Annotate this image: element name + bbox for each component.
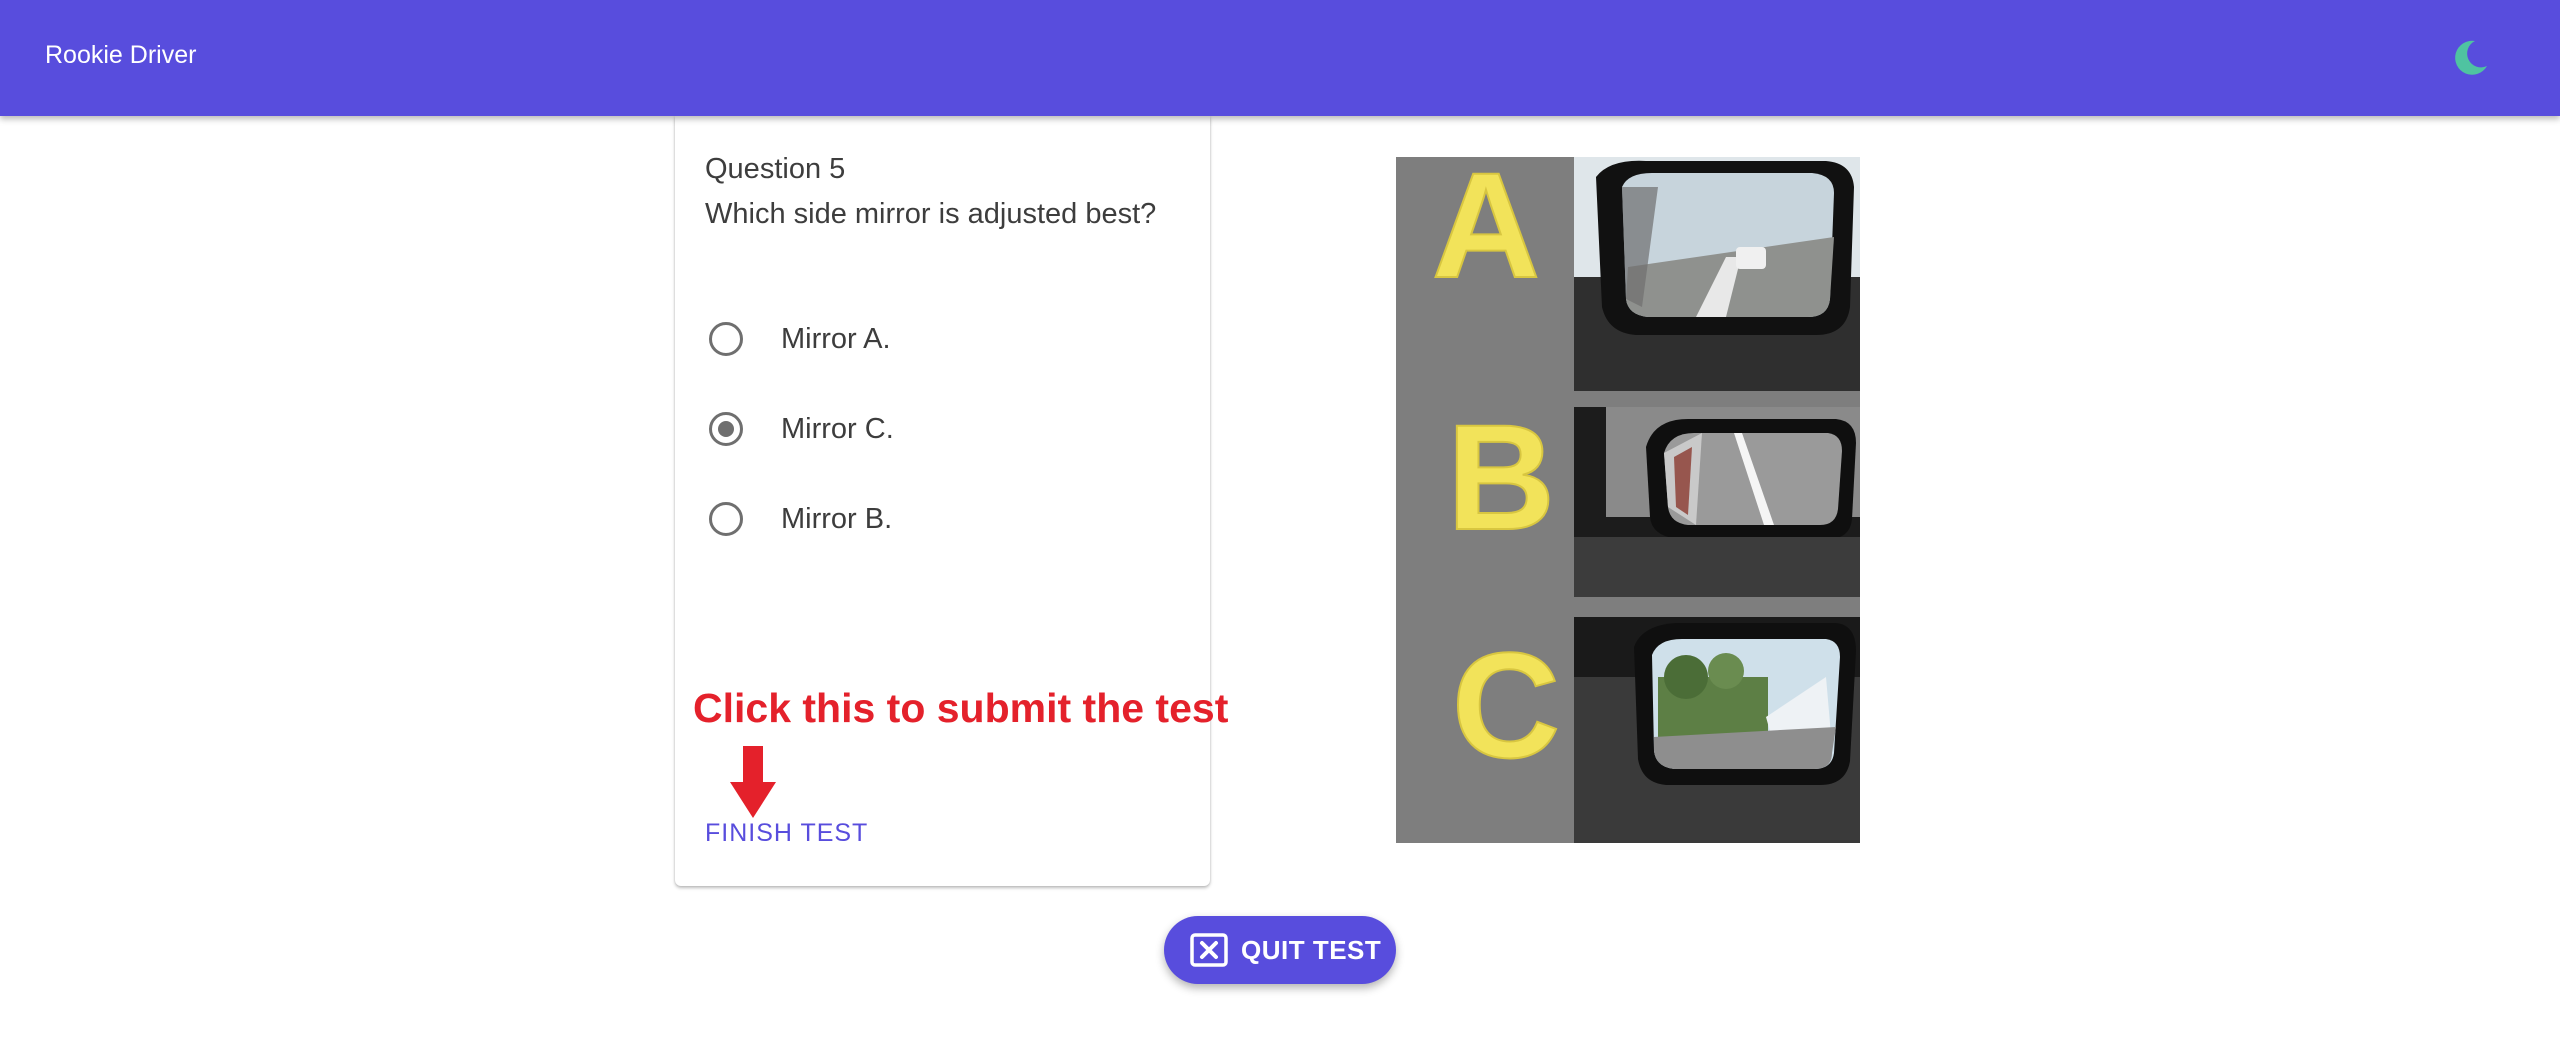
panel-letter-a: A [1432, 157, 1540, 309]
mirror-panel-a [1574, 157, 1860, 391]
radio-button[interactable] [709, 322, 743, 356]
panel-letter-b: B [1447, 393, 1555, 561]
mirror-illustration: A B C [1396, 140, 1860, 843]
moon-icon [2455, 40, 2487, 75]
question-number: Question 5 [705, 153, 846, 185]
theme-toggle-button[interactable] [2448, 36, 2492, 80]
option-mirror-c[interactable]: Mirror C. [709, 406, 1169, 458]
mirror-figure: A B C [1396, 140, 1860, 843]
radio-dot [718, 421, 734, 437]
radio-button[interactable] [709, 502, 743, 536]
option-label: Mirror C. [781, 413, 894, 445]
finish-test-button[interactable]: FINISH TEST [705, 816, 868, 850]
mirror-panel-b [1574, 407, 1860, 597]
quit-test-label: QUIT TEST [1241, 935, 1382, 965]
quit-test-button[interactable]: QUIT TEST [1164, 916, 1396, 984]
panel-letter-c: C [1452, 621, 1560, 789]
question-text: Which side mirror is adjusted best? [705, 198, 1157, 230]
close-box-icon [1190, 933, 1228, 967]
option-mirror-b[interactable]: Mirror B. [709, 496, 1169, 548]
mirror-panel-c [1574, 617, 1860, 843]
app-bar: Rookie Driver [0, 0, 2560, 116]
down-arrow-icon [730, 746, 776, 818]
option-label: Mirror B. [781, 503, 893, 535]
option-mirror-a[interactable]: Mirror A. [709, 316, 1169, 368]
option-label: Mirror A. [781, 323, 891, 355]
annotation-text: Click this to submit the test [693, 685, 1229, 731]
app-title: Rookie Driver [45, 41, 197, 69]
radio-button-selected[interactable] [709, 412, 743, 446]
